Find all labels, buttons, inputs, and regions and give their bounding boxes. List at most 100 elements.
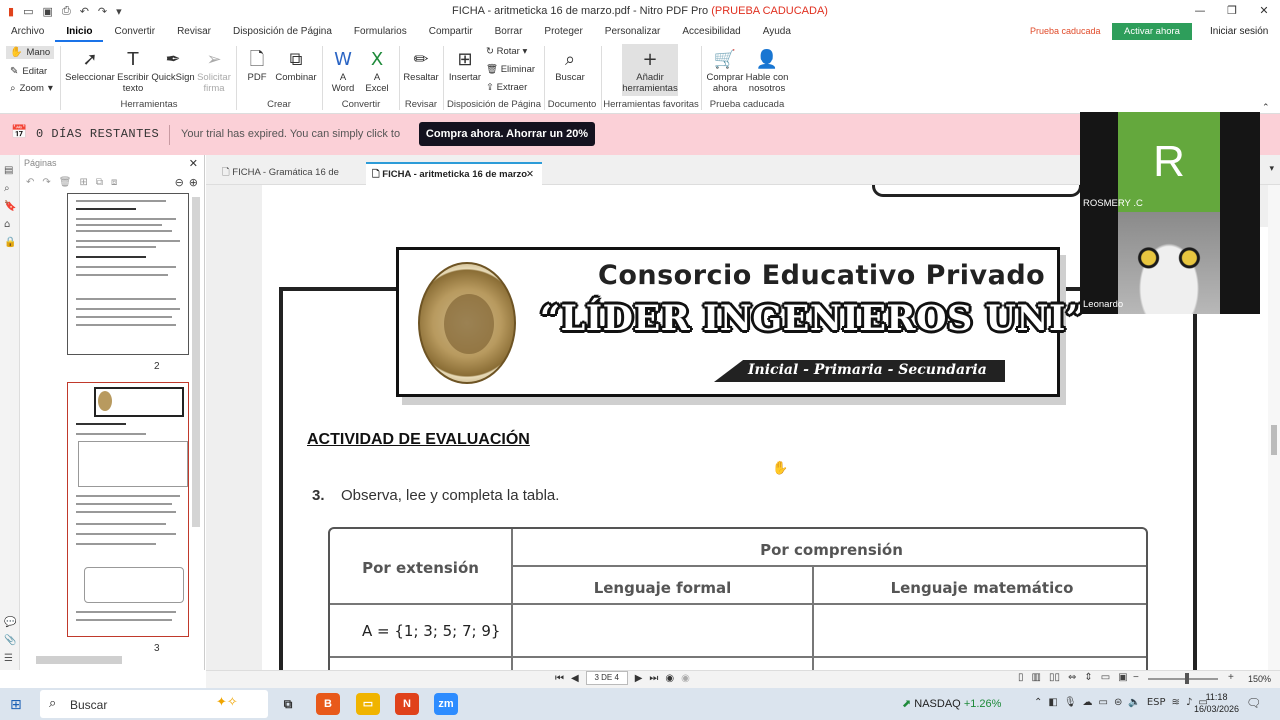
forward-view-icon[interactable]: ◉ — [681, 673, 690, 684]
zoom-in-button[interactable]: + — [1228, 672, 1234, 683]
menu-disposicion[interactable]: Disposición de Página — [222, 22, 343, 42]
thumbnail-scrollbar[interactable] — [192, 197, 200, 527]
menu-accesibilidad[interactable]: Accesibilidad — [671, 22, 751, 42]
page-thumbnail-2[interactable] — [67, 193, 189, 355]
close-tab-icon[interactable]: ✕ — [526, 164, 534, 185]
camera-icon[interactable]: ◧ — [1048, 697, 1057, 708]
combine-button[interactable]: ⧉ Combinar — [274, 48, 318, 83]
buy-now-discount-button[interactable]: Compra ahora. Ahorrar un 20% — [419, 122, 595, 146]
back-view-icon[interactable]: ◉ — [665, 673, 674, 684]
extract-page-icon[interactable]: ⧉ — [96, 177, 103, 188]
comment-icon[interactable]: 💬 — [4, 617, 16, 628]
zoom-slider-knob[interactable] — [1185, 673, 1189, 684]
participant-video[interactable] — [1118, 212, 1220, 314]
tab-aritmeticka[interactable]: 🗋 FICHA - aritmeticka 16 de marzo ✕ — [366, 162, 542, 185]
create-pdf-button[interactable]: 🗋 PDF — [242, 48, 272, 83]
trial-expired-link[interactable]: Prueba caducada — [1030, 26, 1101, 36]
chevron-up-icon[interactable]: ⌃ — [1034, 697, 1042, 708]
fit-width-icon[interactable]: ⇔ — [1068, 672, 1076, 683]
previous-page-icon[interactable]: ◀ — [571, 673, 579, 684]
fullscreen-icon[interactable]: ▭ — [1101, 672, 1110, 683]
layers-icon[interactable]: ☰ — [4, 653, 13, 664]
zoom-out-button[interactable]: − — [1133, 672, 1139, 683]
select-button[interactable]: ➚ Seleccionar — [64, 48, 116, 83]
menu-inicio[interactable]: Inicio — [55, 22, 104, 42]
menu-archivo[interactable]: Archivo — [0, 22, 55, 42]
lock-icon[interactable]: 🔒 — [4, 237, 16, 248]
zoom-out-icon[interactable]: ⊖ — [175, 176, 184, 189]
sign-in-button[interactable]: Iniciar sesión — [1210, 26, 1268, 37]
language-indicator[interactable]: ESP — [1147, 697, 1166, 708]
customize-icon[interactable]: ▾ — [116, 5, 122, 18]
first-page-icon[interactable]: ⏮ — [555, 673, 564, 684]
highlight-button[interactable]: ✏ Resaltar — [402, 48, 440, 83]
mode-zoom[interactable]: ⌕ Zoom ▾ — [6, 82, 57, 95]
file-explorer-icon[interactable]: ▭ — [356, 693, 380, 715]
collapse-ribbon-icon[interactable]: ⌃ — [1262, 102, 1270, 113]
quicksign-button[interactable]: ✒ QuickSign — [151, 48, 195, 83]
insert-button[interactable]: ⊞ Insertar — [447, 48, 483, 83]
mode-edit[interactable]: ✎ Editar — [6, 65, 51, 78]
replace-page-icon[interactable]: ⧈ — [111, 177, 117, 188]
delete-button[interactable]: 🗑 Eliminar — [486, 64, 535, 75]
next-page-icon[interactable]: ▶ — [635, 673, 643, 684]
pages-icon[interactable]: ▤ — [4, 165, 13, 176]
page-thumbnail-3[interactable] — [67, 382, 189, 637]
menu-ayuda[interactable]: Ayuda — [752, 22, 802, 42]
horizontal-scrollbar[interactable] — [36, 656, 122, 664]
notification-icon[interactable]: 🗨 — [1246, 696, 1261, 710]
continuous-icon[interactable]: ▥ — [1032, 672, 1041, 683]
menu-personalizar[interactable]: Personalizar — [594, 22, 672, 42]
last-page-icon[interactable]: ⏭ — [649, 673, 658, 684]
display-icon[interactable]: ▭ — [1099, 697, 1108, 708]
two-page-icon[interactable]: ▯▯ — [1049, 672, 1060, 683]
minimize-icon[interactable]: — — [1184, 0, 1216, 22]
rotate-left-icon[interactable]: ↶ — [26, 177, 34, 188]
undo-icon[interactable]: ↶ — [80, 5, 89, 18]
bookmark-icon[interactable]: 🔖 — [4, 201, 16, 212]
close-icon[interactable]: ✕ — [1248, 0, 1280, 22]
to-excel-button[interactable]: XA Excel — [362, 48, 392, 94]
activate-now-button[interactable]: Activar ahora — [1112, 23, 1192, 40]
wifi-icon[interactable]: ≋ — [1172, 697, 1180, 708]
save-icon[interactable]: ▣ — [42, 5, 52, 18]
onedrive-icon[interactable]: ☁ — [1083, 697, 1093, 708]
menu-formularios[interactable]: Formularios — [343, 22, 418, 42]
fit-page-icon[interactable]: ⇕ — [1084, 672, 1092, 683]
close-icon[interactable]: ✕ — [189, 157, 198, 170]
menu-convertir[interactable]: Convertir — [103, 22, 166, 42]
system-clock[interactable]: 11:18 16/03/2026 — [1194, 691, 1239, 715]
menu-borrar[interactable]: Borrar — [484, 22, 534, 42]
print-icon[interactable]: ⎙ — [62, 4, 71, 18]
vertical-scrollbar[interactable] — [1268, 185, 1280, 670]
open-icon[interactable]: ▭ — [23, 5, 33, 18]
chevron-down-icon[interactable]: ▾ — [1269, 163, 1274, 174]
extract-button[interactable]: ⇪ Extraer — [486, 82, 527, 93]
redo-icon[interactable]: ↷ — [98, 5, 107, 18]
maximize-icon[interactable]: ❐ — [1216, 0, 1248, 22]
to-word-button[interactable]: WA Word — [328, 48, 358, 94]
stock-widget[interactable]: ⬈ NASDAQ +1.26% — [902, 697, 1001, 710]
zoom-slider[interactable] — [1148, 678, 1218, 680]
insert-page-icon[interactable]: ⊞ — [79, 177, 87, 188]
single-page-icon[interactable]: ▯ — [1018, 672, 1024, 683]
add-tools-button[interactable]: + Añadir herramientas — [622, 44, 678, 96]
type-text-button[interactable]: T Escribir texto — [114, 48, 152, 94]
windows-start-icon[interactable]: ⊞ — [10, 697, 22, 713]
search-icon[interactable]: ⌕ — [4, 183, 10, 194]
search-button[interactable]: ⌕ Buscar — [550, 48, 590, 83]
buy-now-button[interactable]: 🛒 Comprar ahora — [706, 48, 744, 94]
speaker-icon[interactable]: ♪ — [1186, 697, 1192, 708]
taskbar-search[interactable]: ⌕ Buscar ✦✧ — [40, 690, 268, 718]
task-view-icon[interactable]: ⧉ — [276, 693, 300, 715]
zoom-level[interactable]: 150% — [1248, 674, 1271, 684]
brave-icon[interactable]: B — [316, 693, 340, 715]
rotate-right-icon[interactable]: ↷ — [42, 177, 50, 188]
mode-hand[interactable]: ✋ Mano — [6, 46, 55, 59]
tag-icon[interactable]: ⌂ — [4, 219, 10, 230]
attachment-icon[interactable]: 📎 — [4, 635, 16, 646]
tab-gramatica[interactable]: 🗋 FICHA - Gramática 16 de marzo — [216, 162, 362, 199]
volume-icon[interactable]: 🔈 — [1128, 697, 1140, 708]
participant-avatar[interactable]: R — [1118, 112, 1220, 212]
zoom-app-icon[interactable]: zm — [434, 693, 458, 715]
